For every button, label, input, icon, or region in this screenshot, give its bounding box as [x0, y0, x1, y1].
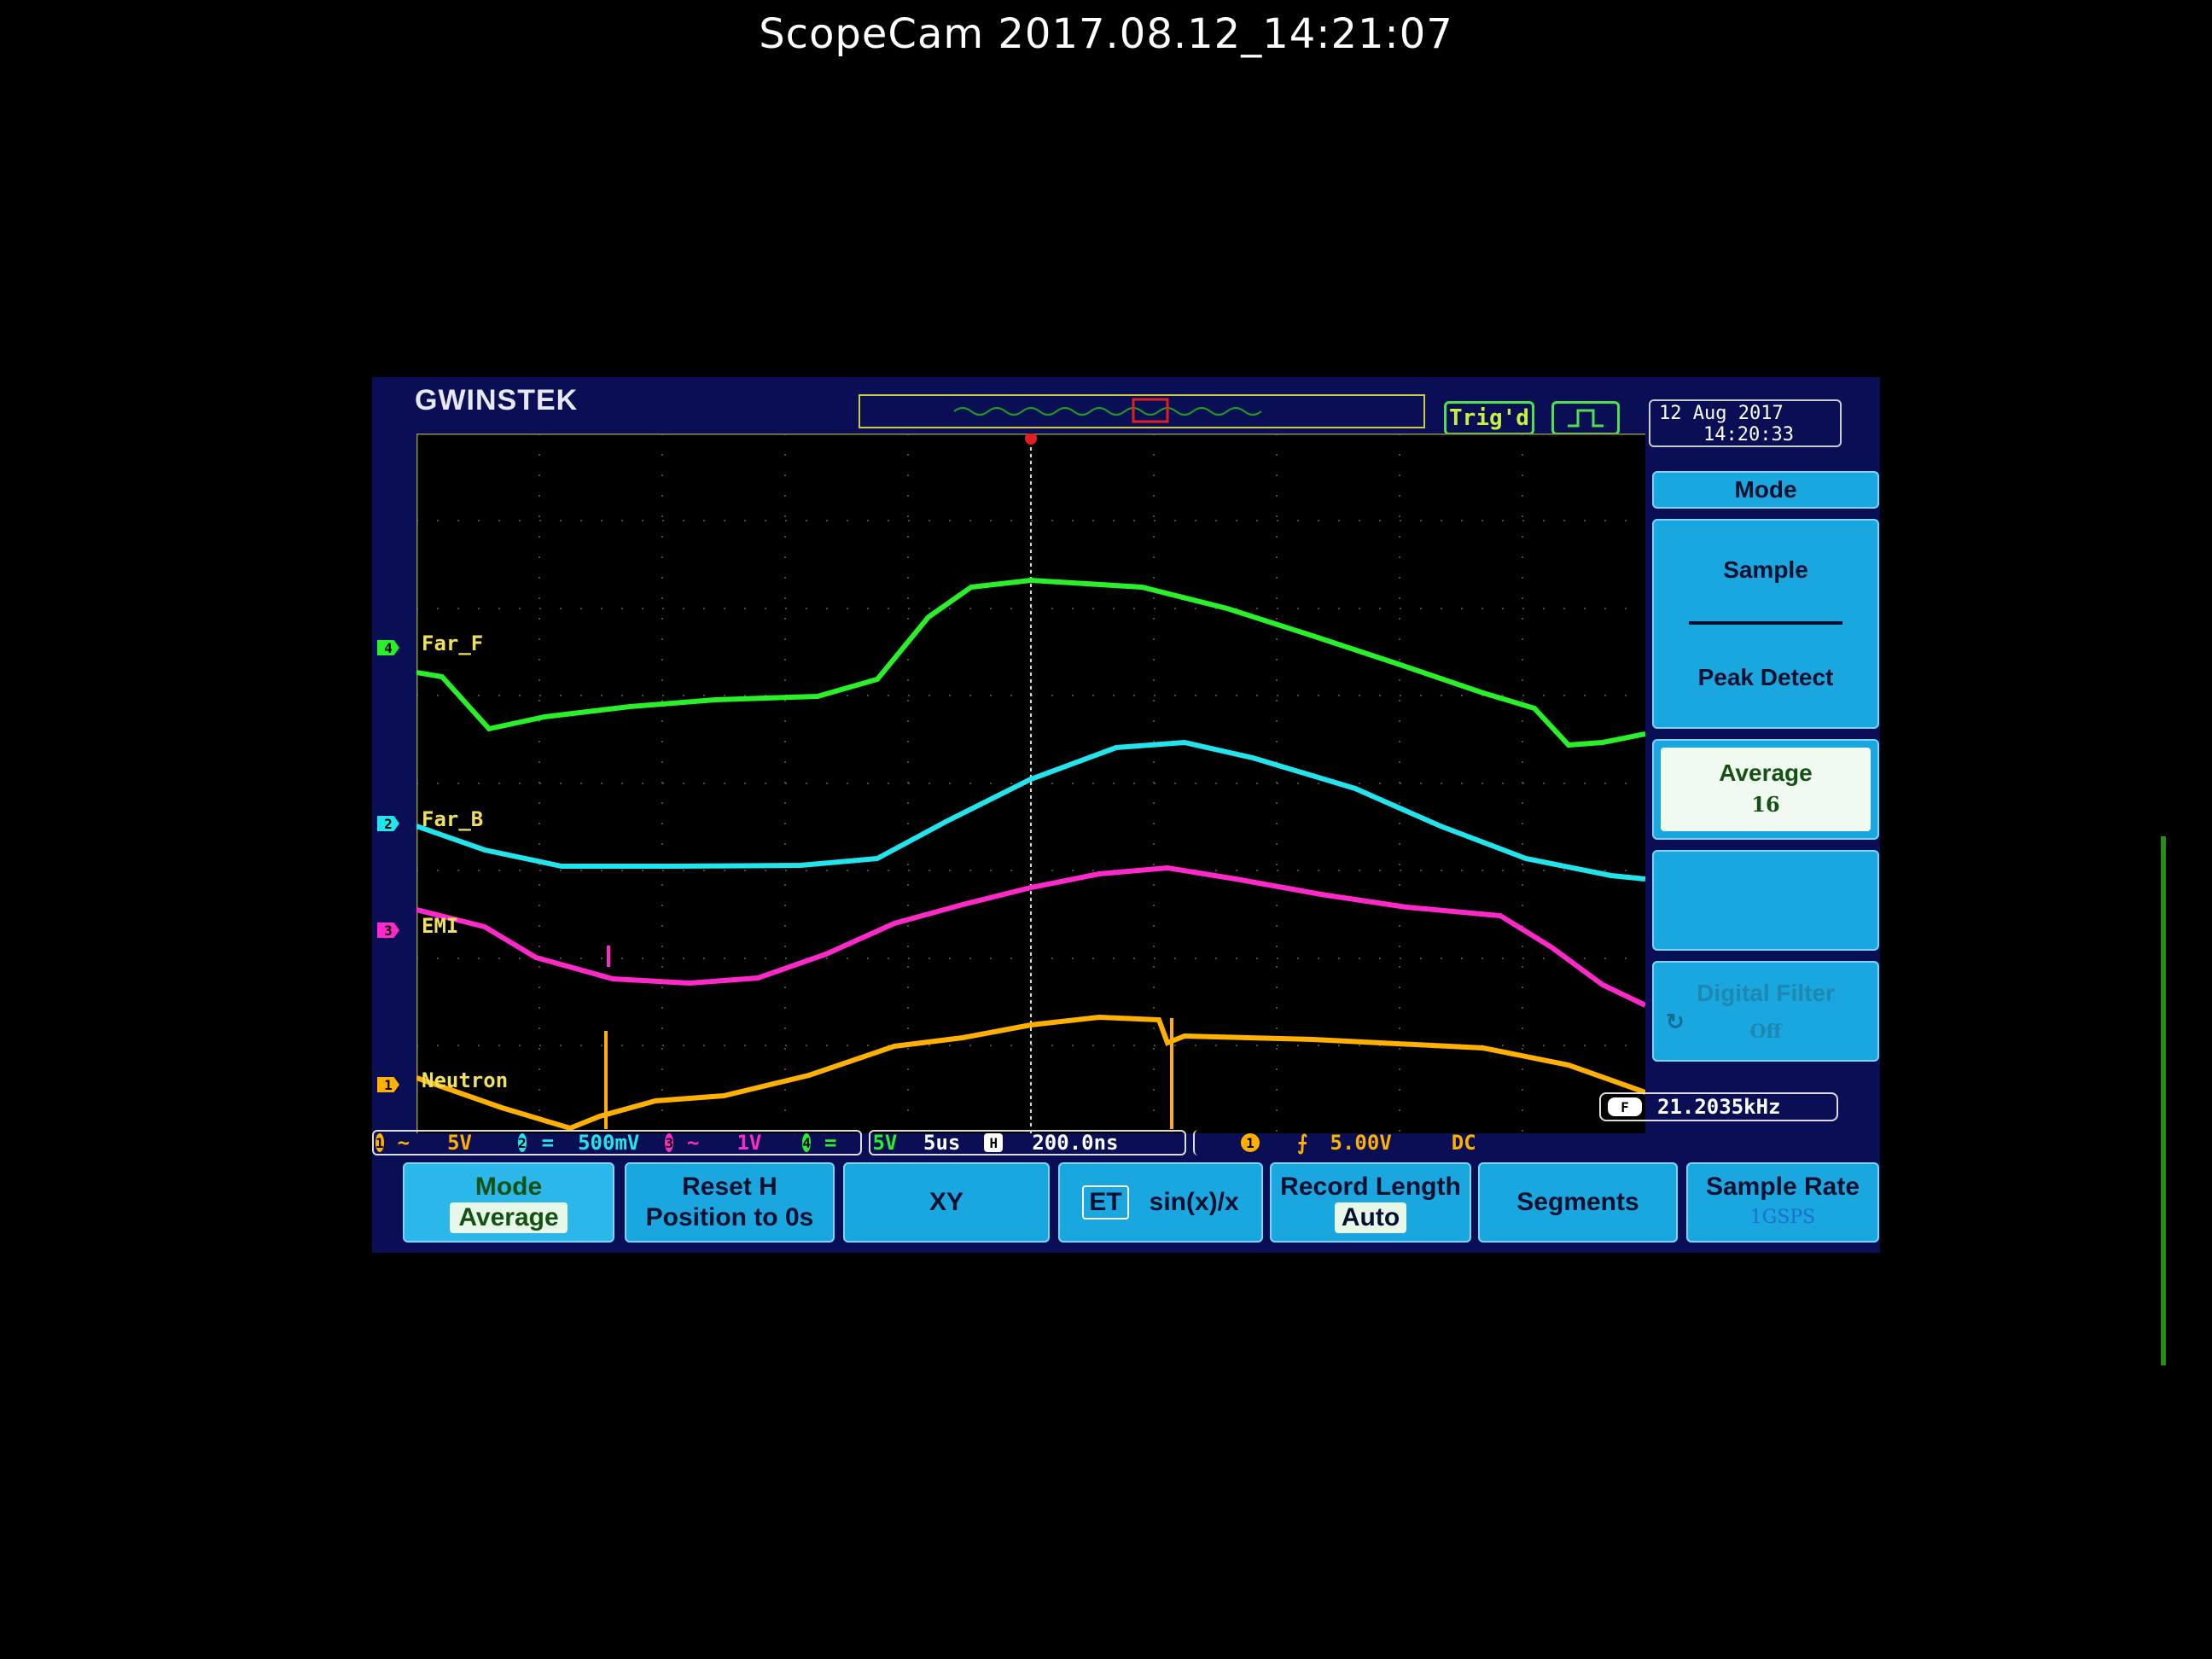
et-badge: ET [1082, 1185, 1129, 1220]
softkey-sample-rate-value: 1GSPS [1749, 1207, 1816, 1228]
average-selected-box: Average 16 [1661, 748, 1871, 831]
ch1-scale: 5V [447, 1131, 472, 1155]
softkey-xy[interactable]: XY [843, 1162, 1050, 1243]
softkey-reset-h-position[interactable]: Reset H Position to 0s [625, 1162, 835, 1243]
digital-filter-label: Digital Filter [1697, 980, 1835, 1006]
ch4-marker[interactable]: 4 [377, 638, 399, 657]
ch3-coupling: ~ [686, 1131, 700, 1155]
trigger-coupling: DC [1451, 1131, 1476, 1155]
softkey-record-length[interactable]: Record Length Auto [1270, 1162, 1471, 1243]
mode-sample-peak-button[interactable]: Sample Peak Detect [1652, 519, 1879, 729]
ch4-label: Far_F [422, 632, 484, 655]
side-menu-title: Mode [1652, 471, 1879, 509]
channel-status-bar: 1 ~ 5V 2 = 500mV 3 ~ 1V 4 = 5V [372, 1130, 897, 1155]
option-divider [1689, 621, 1842, 625]
date-text: 12 Aug 2017 [1659, 403, 1784, 424]
ch4-status-icon: 4 [802, 1133, 811, 1152]
ch4-coupling: = [824, 1131, 837, 1155]
trigger-slope-icon: ⨍ [1297, 1131, 1308, 1155]
ch2-marker[interactable]: 2 [377, 814, 399, 833]
ch3-label: EMI [422, 914, 459, 938]
ch3-marker[interactable]: 3 [377, 921, 399, 940]
timebase-readout-bar: 5us H 200.0ns [869, 1130, 1186, 1155]
digital-filter-state: Off [1749, 1021, 1782, 1043]
average-count: 16 [1751, 792, 1780, 817]
rotate-knob-icon: ↻ [1666, 1009, 1685, 1034]
softkey-sample-rate-title: Sample Rate [1705, 1173, 1860, 1201]
trigger-edge-icon [1551, 401, 1620, 435]
memory-overview-bar [859, 394, 1425, 428]
brand-logo: GWINSTEK [415, 384, 579, 416]
softkey-et-sinx[interactable]: ET sin(x)/x [1058, 1162, 1263, 1243]
frequency-value: 21.2035kHz [1657, 1095, 1781, 1119]
trigger-status-badge: Trig'd [1444, 401, 1534, 435]
ch2-scale: 500mV [578, 1131, 640, 1155]
ch1-marker[interactable]: 1 [377, 1075, 399, 1094]
oscilloscope-screen: GWINSTEK Trig'd 12 Aug 2017 14:20:33 4 F… [372, 377, 1880, 1253]
ch1-coupling: ~ [397, 1131, 410, 1155]
softkey-segments-label: Segments [1516, 1188, 1639, 1216]
softkey-record-length-title: Record Length [1280, 1173, 1461, 1201]
softkey-sample-rate[interactable]: Sample Rate 1GSPS [1686, 1162, 1879, 1243]
ch2-label: Far_B [422, 807, 484, 831]
background-light-strip [2161, 836, 2166, 1365]
digital-filter-button[interactable]: Digital Filter ↻ Off [1652, 961, 1879, 1062]
softkey-reset-line1: Reset H [682, 1173, 777, 1201]
option-peak-detect: Peak Detect [1697, 664, 1834, 690]
softkey-mode-value: Average [450, 1202, 568, 1233]
ch1-status-icon: 1 [375, 1133, 384, 1152]
softkey-xy-label: XY [928, 1188, 964, 1216]
softkey-mode-title: Mode [474, 1173, 543, 1201]
time-text: 14:20:33 [1703, 424, 1794, 445]
ch2-status-icon: 2 [518, 1133, 527, 1152]
ch3-scale: 1V [736, 1131, 762, 1155]
option-average: Average [1719, 760, 1813, 786]
softkey-reset-line2: Position to 0s [645, 1203, 814, 1231]
mode-average-button[interactable]: Average 16 [1652, 739, 1879, 840]
softkey-sinx-label: sin(x)/x [1149, 1188, 1239, 1216]
softkey-segments[interactable]: Segments [1478, 1162, 1678, 1243]
frequency-readout: F 21.2035kHz [1599, 1092, 1838, 1121]
side-menu-empty-button[interactable] [1652, 850, 1879, 951]
ch1-label: Neutron [422, 1068, 509, 1092]
trigger-level-bar: 1 ⨍ 5.00V DC [1193, 1130, 1526, 1155]
trigger-level-value: 5.00V [1330, 1131, 1392, 1155]
trigger-source-icon: 1 [1241, 1133, 1260, 1152]
option-sample: Sample [1723, 556, 1808, 583]
camera-title: ScopeCam 2017.08.12_14:21:07 [759, 10, 1453, 58]
ch3-status-icon: 3 [665, 1133, 673, 1152]
overview-waveform [953, 407, 1262, 416]
ch2-coupling: = [541, 1131, 555, 1155]
record-length-icon: H [984, 1133, 1004, 1152]
date-time-display: 12 Aug 2017 14:20:33 [1649, 399, 1842, 447]
softkey-mode[interactable]: Mode Average [403, 1162, 614, 1243]
timebase-value: 5us [923, 1131, 961, 1155]
waveform-graticule [416, 434, 1645, 1133]
frequency-icon: F [1608, 1097, 1642, 1116]
softkey-record-length-value: Auto [1334, 1202, 1407, 1233]
sample-interval-value: 200.0ns [1032, 1131, 1119, 1155]
overview-window [1132, 398, 1169, 423]
